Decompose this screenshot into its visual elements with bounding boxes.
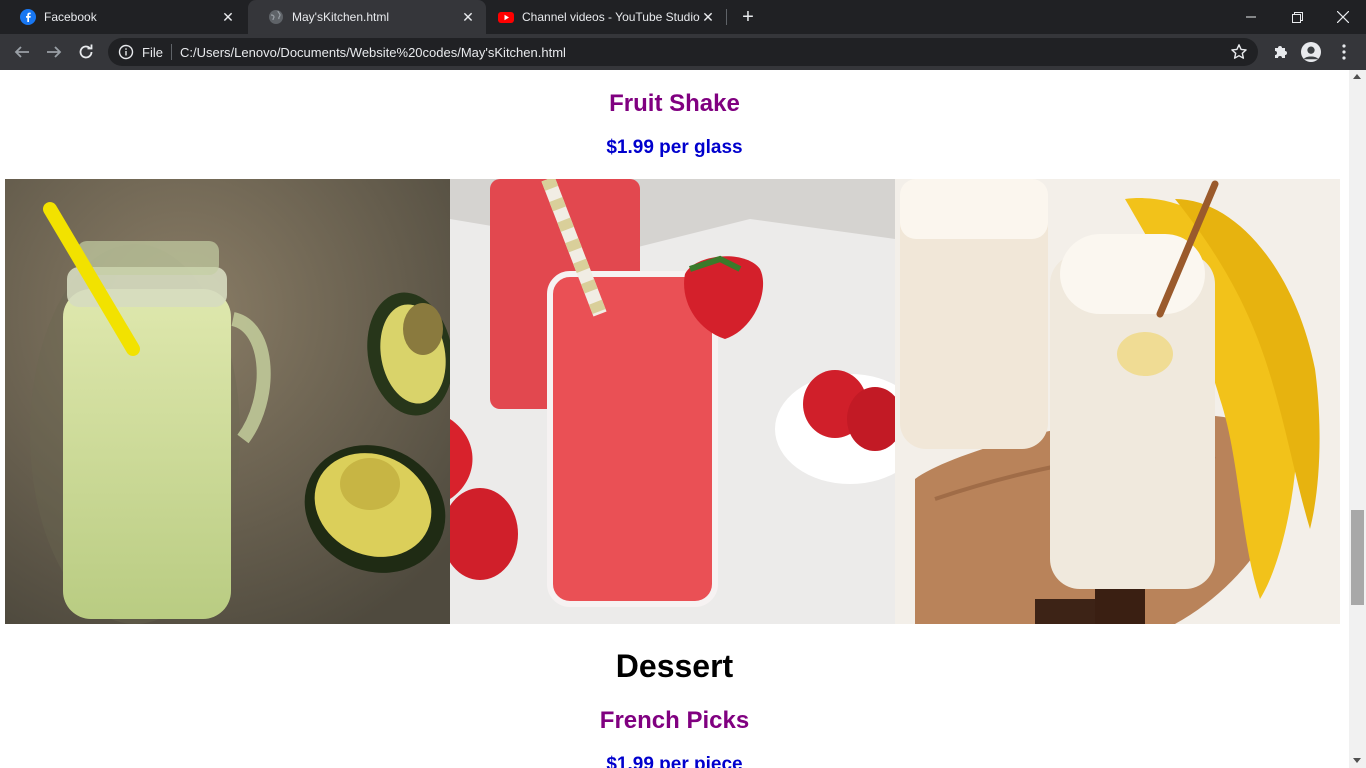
minimize-button[interactable] (1228, 0, 1274, 34)
close-tab-icon[interactable]: ✕ (460, 9, 476, 25)
reload-icon (79, 44, 93, 59)
browser-menu-button[interactable] (1334, 42, 1354, 62)
address-divider (171, 44, 172, 60)
youtube-icon (498, 9, 514, 25)
menu-item-price: $1.99 per glass (606, 137, 743, 158)
tab-strip: Facebook ✕ May'sKitchen.html ✕ Channel v… (0, 0, 1366, 34)
url-text[interactable]: C:/Users/Lenovo/Documents/Website%20code… (180, 45, 566, 60)
puzzle-icon (1275, 46, 1287, 58)
scheme-label: File (142, 45, 163, 60)
tab-youtube-studio[interactable]: Channel videos - YouTube Studio ✕ (478, 0, 726, 34)
new-tab-button[interactable]: + (738, 6, 758, 28)
reload-button[interactable] (72, 38, 100, 66)
page-scrollbar[interactable] (1349, 70, 1366, 768)
forward-button[interactable] (40, 38, 68, 66)
tab-separator (726, 9, 727, 25)
profile-avatar[interactable] (1301, 42, 1321, 62)
menu-item-title: Fruit Shake (609, 90, 740, 117)
close-tab-icon[interactable]: ✕ (700, 9, 716, 25)
extensions-button[interactable] (1270, 42, 1290, 62)
globe-icon (268, 9, 284, 25)
arrow-right-icon (47, 46, 62, 58)
menu-item-price: $1.99 per piece (606, 754, 743, 768)
facebook-icon (20, 9, 36, 25)
info-icon[interactable] (118, 44, 134, 60)
page-viewport: Fruit Shake $1.99 per glass Dessert Fren… (0, 70, 1349, 768)
tab-label: Channel videos - YouTube Studio (522, 10, 700, 24)
restore-button[interactable] (1274, 0, 1320, 34)
strawberry-shake-photo (450, 179, 895, 624)
tab-mayskitchen[interactable]: May'sKitchen.html ✕ (248, 0, 486, 34)
banana-shake-photo (895, 179, 1340, 624)
kebab-menu-icon (1342, 44, 1346, 60)
menu-item-title: French Picks (599, 707, 750, 734)
scrollbar-thumb[interactable] (1351, 510, 1364, 605)
tab-label: Facebook (44, 10, 97, 24)
avatar-icon (1301, 42, 1321, 62)
scroll-up-arrow-icon[interactable] (1353, 74, 1361, 79)
browser-toolbar: File C:/Users/Lenovo/Documents/Website%2… (0, 34, 1366, 70)
star-icon[interactable] (1230, 43, 1248, 61)
restore-icon (1291, 11, 1303, 23)
address-bar[interactable]: File C:/Users/Lenovo/Documents/Website%2… (108, 38, 1258, 66)
close-tab-icon[interactable]: ✕ (220, 9, 236, 25)
tab-label: May'sKitchen.html (292, 10, 389, 24)
tab-facebook[interactable]: Facebook ✕ (0, 0, 246, 34)
close-window-button[interactable] (1320, 0, 1366, 34)
section-heading-dessert: Dessert (615, 648, 734, 684)
arrow-left-icon (14, 46, 29, 58)
back-button[interactable] (8, 38, 36, 66)
close-icon (1337, 11, 1349, 23)
scroll-down-arrow-icon[interactable] (1353, 758, 1361, 763)
avocado-shake-photo (5, 179, 450, 624)
minimize-icon (1246, 16, 1256, 18)
